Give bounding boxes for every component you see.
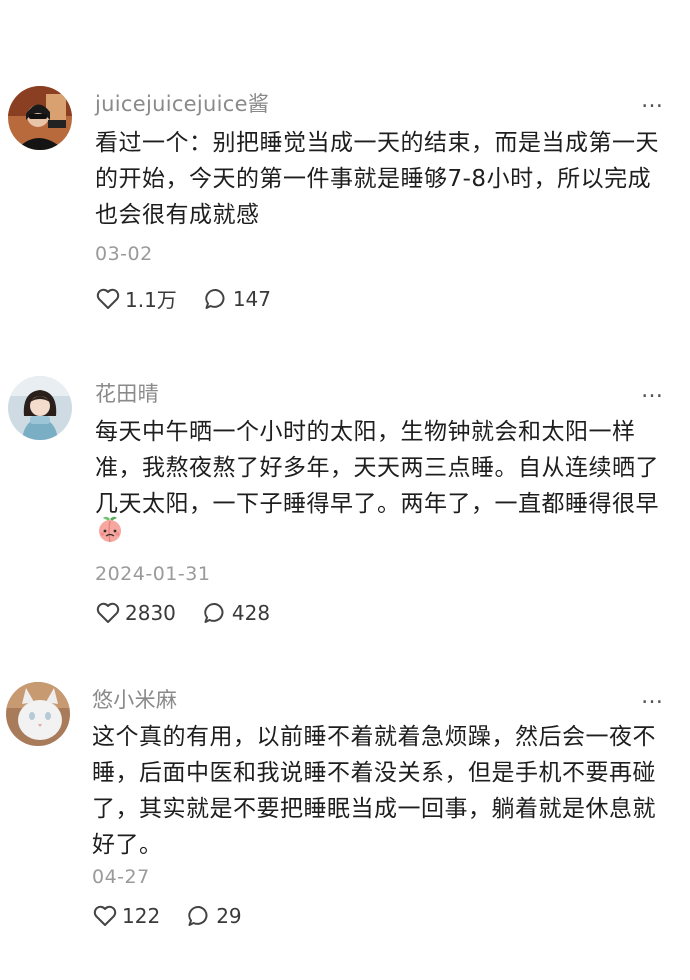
like-button[interactable]: 1.1万 — [95, 284, 177, 313]
reply-count: 29 — [216, 904, 242, 928]
comment-text: 这个真的有用，以前睡不着就着急烦躁，然后会一夜不睡，后面中医和我说睡不着没关系，… — [92, 724, 656, 858]
comment-bubble-icon — [204, 602, 224, 623]
comment-actions: 1.1万 147 — [95, 284, 297, 313]
more-dots-icon[interactable]: … — [641, 90, 664, 112]
avatar[interactable] — [8, 376, 72, 440]
comment-date: 03-02 — [95, 243, 153, 265]
comment-bubble-icon — [205, 288, 225, 309]
username[interactable]: juicejuicejuice酱 — [95, 88, 269, 118]
heart-icon — [96, 602, 120, 623]
more-dots-icon[interactable]: … — [641, 380, 664, 402]
reply-count: 147 — [232, 286, 271, 311]
heart-icon — [93, 905, 117, 926]
avatar[interactable] — [6, 682, 70, 746]
comment-actions: 122 29 — [92, 904, 268, 928]
heart-icon — [96, 288, 120, 309]
comment-date: 04-27 — [92, 866, 150, 888]
reply-button[interactable]: 29 — [186, 904, 242, 928]
comment-date: 2024-01-31 — [95, 563, 211, 585]
like-button[interactable]: 2830 — [95, 601, 176, 625]
reply-button[interactable]: 147 — [203, 287, 271, 311]
reply-count: 428 — [231, 601, 271, 625]
like-count: 1.1万 — [125, 288, 177, 312]
username[interactable]: 悠小米麻 — [92, 684, 177, 714]
username[interactable]: 花田晴 — [95, 378, 159, 408]
peach-sticker-icon — [95, 514, 125, 544]
more-dots-icon[interactable]: … — [641, 686, 664, 708]
comment-actions: 2830 428 — [95, 601, 296, 625]
avatar[interactable] — [8, 86, 72, 150]
comment-text: 看过一个：别把睡觉当成一天的结束，而是当成第一天的开始，今天的第一件事就是睡够7… — [95, 130, 659, 228]
comment-text: 每天中午晒一个小时的太阳，生物钟就会和太阳一样准，我熬夜熬了好多年，天天两三点睡… — [95, 419, 659, 517]
reply-button[interactable]: 428 — [202, 601, 270, 625]
comment-bubble-icon — [188, 905, 208, 926]
like-button[interactable]: 122 — [92, 904, 160, 928]
like-count: 122 — [122, 904, 161, 928]
like-count: 2830 — [125, 601, 176, 625]
